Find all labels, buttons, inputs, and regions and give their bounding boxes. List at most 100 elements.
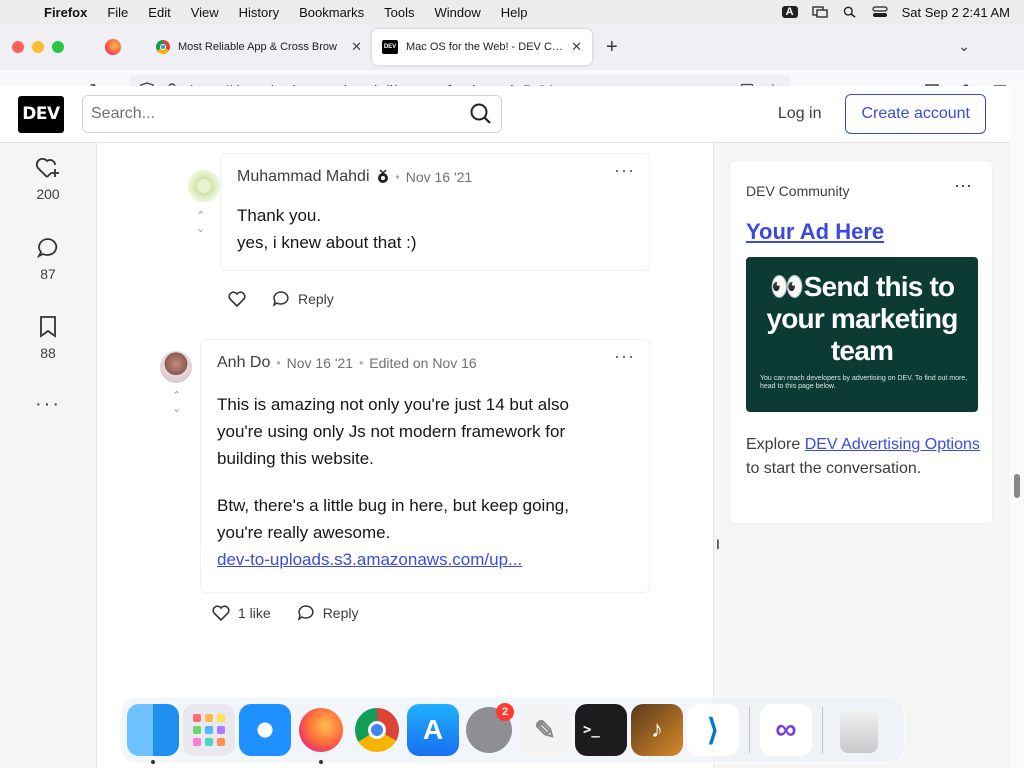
safari-icon[interactable] [239,704,291,756]
comment-paragraph: This is amazing not only you're just 14 … [217,395,569,468]
comment-options-ellipsis-icon[interactable]: ··· [614,346,635,367]
comment-actions: 1 like Reply [212,604,358,622]
comment-author[interactable]: Muhammad Mahdi [237,168,370,186]
garageband-guitar-icon[interactable]: ♪ [631,704,683,756]
web-page: DEV Search... Log in Create account 200 … [0,86,1010,768]
tab-most-reliable-app[interactable]: Most Reliable App & Cross Brow ✕ [146,29,372,65]
reply-button[interactable]: Reply [272,290,334,308]
textedit-icon[interactable]: ✎ [519,704,571,756]
tab-bar: Most Reliable App & Cross Brow ✕ DEV Mac… [0,24,1024,70]
collapse-thread-icon[interactable]: ⌃ ⌄ [196,209,205,235]
screen-mirroring-icon[interactable] [811,6,828,18]
comment-options-ellipsis-icon[interactable]: ··· [614,160,635,181]
more-actions-ellipsis-icon[interactable]: ··· [0,393,96,416]
reply-bubble-icon [272,291,289,307]
window-controls [0,41,80,53]
comment-author[interactable]: Anh Do [217,354,270,372]
reply-bubble-icon [297,605,314,621]
comment-link[interactable]: dev-to-uploads.s3.amazonaws.com/up... [217,550,522,569]
close-window-button[interactable] [12,41,24,53]
dock-separator [822,707,823,753]
text-cursor-icon: I [716,536,720,552]
separator-dot: • [359,356,364,370]
launchpad-icon[interactable] [183,704,235,756]
system-settings-gear-icon[interactable]: 2 [466,703,514,753]
search-input[interactable]: Search... [82,95,502,133]
like-button[interactable]: 1 like [212,605,271,621]
log-in-link[interactable]: Log in [754,105,846,123]
sidebar-options-ellipsis-icon[interactable]: ··· [954,175,972,196]
like-heart-icon [212,605,230,621]
comment-text-line: Thank you. [237,206,322,225]
like-count-label: 1 like [238,605,271,621]
like-action[interactable]: 200 [0,156,96,202]
minimize-window-button[interactable] [32,41,44,53]
bookmark-icon [40,316,56,338]
app-store-icon[interactable]: A [407,704,459,756]
comment-count: 87 [40,266,56,282]
visual-studio-icon[interactable]: ∞ [760,704,812,756]
menu-view[interactable]: View [181,5,229,20]
ad-banner-image[interactable]: 👀Send this to your marketing team You ca… [746,257,978,412]
tab-mac-os-for-the-web[interactable]: DEV Mac OS for the Web! - DEV Com ✕ [372,29,592,65]
search-placeholder: Search... [91,105,156,122]
comments-section: ⌃ ⌄ Muhammad Mahdi • Nov 16 '21 ··· Thank… [96,143,714,768]
comment-header: Muhammad Mahdi • Nov 16 '21 [237,168,472,186]
vscode-icon[interactable]: ⟩ [687,704,739,756]
menu-history[interactable]: History [229,5,289,20]
menu-help[interactable]: Help [491,5,538,20]
sidebar-text-suffix: to start the conversation. [746,460,922,477]
comment-date[interactable]: Nov 16 '21 [287,355,354,371]
sidebar-label: DEV Community [746,183,850,199]
reply-button[interactable]: Reply [297,604,359,622]
separator-dot: • [395,170,400,184]
dev-advertising-options-link[interactable]: DEV Advertising Options [805,436,980,453]
control-center-icon[interactable] [871,6,888,18]
tab-list-chevron-down-icon[interactable]: ⌄ [958,38,970,55]
menu-edit[interactable]: Edit [138,5,180,20]
sidebar-ad-title[interactable]: Your Ad Here [746,219,884,245]
spotlight-search-icon[interactable] [842,6,858,18]
comment-body: This is amazing not only you're just 14 … [217,391,617,573]
dock-separator [749,707,750,753]
like-heart-icon[interactable] [228,291,246,307]
create-account-button[interactable]: Create account [845,94,986,134]
chrome-dock-icon[interactable] [351,704,403,756]
comment-body: Thank you. yes, i knew about that :) [237,202,417,256]
running-indicator [151,760,155,764]
search-icon[interactable] [469,102,493,126]
menu-app-name[interactable]: Firefox [34,5,97,20]
scrollbar-thumb[interactable] [1014,474,1020,498]
tab-title: Mac OS for the Web! - DEV Com [406,41,564,53]
collapse-thread-icon[interactable]: ⌃ ⌄ [172,389,181,415]
comments-action[interactable]: 87 [0,236,96,282]
menu-file[interactable]: File [97,5,138,20]
comment-card: Anh Do • Nov 16 '21 • Edited on Nov 16 ·… [200,339,650,593]
close-tab-icon[interactable]: ✕ [571,39,582,55]
pinned-tab-firefox[interactable] [80,24,146,70]
menu-window[interactable]: Window [425,5,491,20]
avatar[interactable] [188,170,220,202]
menu-tools[interactable]: Tools [374,5,424,20]
terminal-icon[interactable]: >_ [575,704,627,756]
close-tab-icon[interactable]: ✕ [351,39,362,55]
zoom-window-button[interactable] [52,41,64,53]
finder-icon[interactable] [127,704,179,764]
input-source-indicator[interactable]: A [781,6,798,18]
notification-badge: 2 [496,703,514,721]
tab-title: Most Reliable App & Cross Brow [178,41,337,53]
firefox-dock-icon[interactable] [295,704,347,764]
comment-text-line: yes, i knew about that :) [237,233,417,252]
trash-icon[interactable] [840,707,878,753]
menu-bookmarks[interactable]: Bookmarks [289,5,374,20]
comment-date[interactable]: Nov 16 '21 [406,169,473,185]
new-tab-icon[interactable]: + [606,36,618,59]
dev-logo[interactable]: DEV [18,95,64,133]
reply-label: Reply [322,605,359,621]
bookmark-action[interactable]: 88 [0,315,96,361]
page-scrollbar[interactable] [1010,86,1024,768]
sidebar-ad-card: DEV Community ··· Your Ad Here 👀Send thi… [729,160,993,524]
avatar[interactable] [160,351,192,383]
chrome-icon [156,40,170,54]
clock[interactable]: Sat Sep 2 2:41 AM [902,5,1010,20]
